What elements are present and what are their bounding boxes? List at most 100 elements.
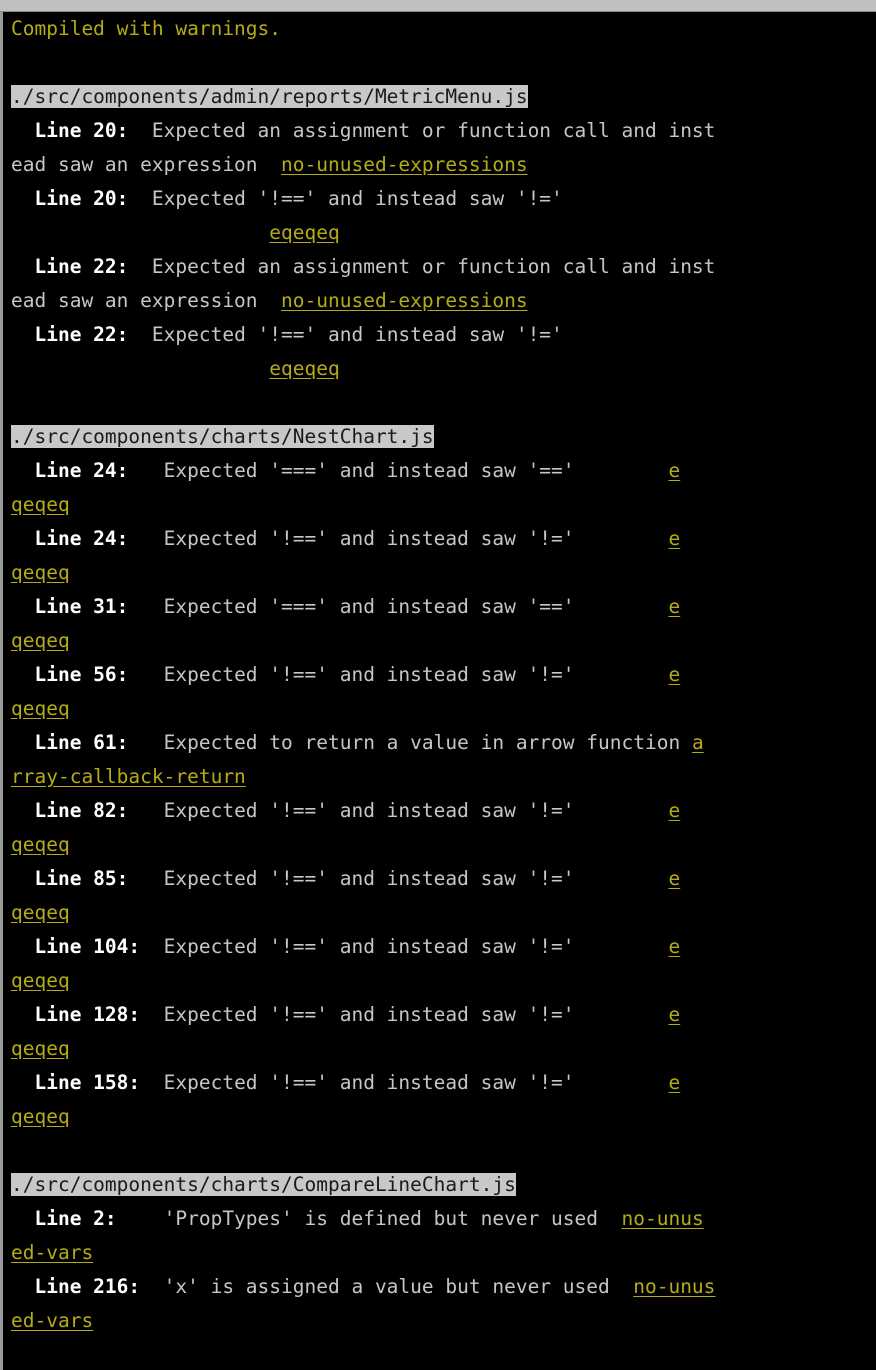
warning-line-continuation: qeqeq (3, 828, 876, 862)
warning-message-text: ead saw an expression (11, 289, 282, 312)
warning-line-number: Line 31: (11, 595, 164, 618)
warning-line-number: Line 104: (11, 935, 164, 958)
terminal-line-list: Compiled with warnings. ./src/components… (3, 12, 876, 1338)
eslint-rule-name[interactable]: e (668, 527, 680, 550)
warning-message-text: Expected '===' and instead saw '==' (163, 595, 669, 618)
eslint-rule-name[interactable]: ed-vars (11, 1241, 93, 1264)
warning-line-number: Line 20: (11, 119, 152, 142)
warning-message-text: Expected '!==' and instead saw '!=' (163, 1071, 669, 1094)
eslint-rule-name[interactable]: rray-callback-return (11, 765, 246, 788)
eslint-rule-name[interactable]: no-unused-expressions (281, 289, 528, 312)
warning-message-text: Expected '!==' and instead saw '!=' (163, 799, 669, 822)
warning-line: Line 22: Expected '!==' and instead saw … (3, 318, 876, 352)
eslint-rule-name[interactable]: ed-vars (11, 1309, 93, 1332)
warning-line-continuation: qeqeq (3, 692, 876, 726)
eslint-rule-name[interactable]: qeqeq (11, 1037, 70, 1060)
warning-line-continuation: eqeqeq (3, 352, 876, 386)
eslint-rule-name[interactable]: no-unus (633, 1275, 715, 1298)
eslint-rule-name[interactable]: e (668, 1003, 680, 1026)
eslint-rule-name[interactable]: eqeqeq (269, 357, 339, 380)
warning-message-text (11, 221, 269, 244)
warning-line: Line 61: Expected to return a value in a… (3, 726, 876, 760)
warning-line: Line 104: Expected '!==' and instead saw… (3, 930, 876, 964)
warning-message-text (11, 357, 269, 380)
warning-line-number: Line 56: (11, 663, 164, 686)
warning-line: Line 158: Expected '!==' and instead saw… (3, 1066, 876, 1100)
eslint-rule-name[interactable]: qeqeq (11, 1105, 70, 1128)
warning-line-number: Line 128: (11, 1003, 164, 1026)
file-path-header: ./src/components/charts/CompareLineChart… (3, 1168, 876, 1202)
window-chrome-ghost-text: · · · (74, 0, 355, 2)
warning-line: Line 20: Expected an assignment or funct… (3, 114, 876, 148)
warning-line: Line 82: Expected '!==' and instead saw … (3, 794, 876, 828)
warning-line: Line 31: Expected '===' and instead saw … (3, 590, 876, 624)
eslint-rule-name[interactable]: e (668, 459, 680, 482)
eslint-rule-name[interactable]: qeqeq (11, 969, 70, 992)
warning-line-continuation: qeqeq (3, 964, 876, 998)
warning-line: Line 56: Expected '!==' and instead saw … (3, 658, 876, 692)
warning-message-text: Expected to return a value in arrow func… (163, 731, 692, 754)
warning-message-text: Expected '!==' and instead saw '!=' (163, 527, 669, 550)
window-chrome-bar[interactable]: · · · (0, 0, 876, 12)
warning-message-text: 'PropTypes' is defined but never used (163, 1207, 622, 1230)
eslint-rule-name[interactable]: no-unused-expressions (281, 153, 528, 176)
warning-message-text: ead saw an expression (11, 153, 282, 176)
warning-line: Line 85: Expected '!==' and instead saw … (3, 862, 876, 896)
eslint-rule-name[interactable]: no-unus (622, 1207, 704, 1230)
eslint-rule-name[interactable]: e (668, 1071, 680, 1094)
compile-status-header: Compiled with warnings. (3, 12, 876, 46)
compile-status-text: Compiled with warnings. (11, 17, 282, 40)
warning-message-text: Expected '!==' and instead saw '!=' (163, 935, 669, 958)
warning-message-text: Expected an assignment or function call … (151, 119, 716, 142)
warning-message-text: 'x' is assigned a value but never used (163, 1275, 634, 1298)
eslint-rule-name[interactable]: e (668, 663, 680, 686)
warning-message-text: Expected '!==' and instead saw '!=' (163, 663, 669, 686)
file-path-text: ./src/components/admin/reports/MetricMen… (11, 85, 528, 108)
eslint-rule-name[interactable]: qeqeq (11, 833, 70, 856)
eslint-rule-name[interactable]: e (668, 935, 680, 958)
eslint-rule-name[interactable]: e (668, 799, 680, 822)
eslint-rule-name[interactable]: qeqeq (11, 629, 70, 652)
warning-message-text: Expected '!==' and instead saw '!=' (163, 1003, 669, 1026)
warning-line: Line 216: 'x' is assigned a value but ne… (3, 1270, 876, 1304)
warning-line-continuation: qeqeq (3, 556, 876, 590)
warning-line-continuation: ead saw an expression no-unused-expressi… (3, 148, 876, 182)
warning-line-number: Line 24: (11, 527, 164, 550)
warning-line: Line 24: Expected '===' and instead saw … (3, 454, 876, 488)
eslint-rule-name[interactable]: qeqeq (11, 493, 70, 516)
warning-line: Line 20: Expected '!==' and instead saw … (3, 182, 876, 216)
warning-line-number: Line 82: (11, 799, 164, 822)
warning-message-text: Expected '!==' and instead saw '!=' (163, 867, 669, 890)
warning-line-continuation: qeqeq (3, 624, 876, 658)
warning-line: Line 128: Expected '!==' and instead saw… (3, 998, 876, 1032)
warning-line: Line 2: 'PropTypes' is defined but never… (3, 1202, 876, 1236)
eslint-rule-name[interactable]: eqeqeq (269, 221, 339, 244)
warning-line-number: Line 85: (11, 867, 164, 890)
eslint-rule-name[interactable]: a (692, 731, 704, 754)
eslint-rule-name[interactable]: e (668, 867, 680, 890)
eslint-rule-name[interactable]: e (668, 595, 680, 618)
warning-line-continuation: qeqeq (3, 896, 876, 930)
warning-line-continuation: ed-vars (3, 1304, 876, 1338)
eslint-rule-name[interactable]: qeqeq (11, 697, 70, 720)
warning-line-number: Line 22: (11, 255, 152, 278)
file-path-text: ./src/components/charts/CompareLineChart… (11, 1173, 516, 1196)
warning-line-number: Line 22: (11, 323, 152, 346)
terminal-output-pane[interactable]: Compiled with warnings. ./src/components… (0, 12, 876, 1370)
warning-line-number: Line 61: (11, 731, 164, 754)
warning-message-text: Expected '!==' and instead saw '!=' (151, 323, 563, 346)
warning-line-number: Line 158: (11, 1071, 164, 1094)
warning-line: Line 24: Expected '!==' and instead saw … (3, 522, 876, 556)
eslint-rule-name[interactable]: qeqeq (11, 901, 70, 924)
file-path-header: ./src/components/admin/reports/MetricMen… (3, 80, 876, 114)
eslint-rule-name[interactable]: qeqeq (11, 561, 70, 584)
warning-message-text: Expected an assignment or function call … (151, 255, 716, 278)
warning-message-text: Expected '!==' and instead saw '!=' (151, 187, 563, 210)
warning-line-number: Line 20: (11, 187, 152, 210)
warning-line-continuation: qeqeq (3, 488, 876, 522)
warning-line-number: Line 24: (11, 459, 164, 482)
warning-line-continuation: rray-callback-return (3, 760, 876, 794)
warning-line-number: Line 2: (11, 1207, 164, 1230)
